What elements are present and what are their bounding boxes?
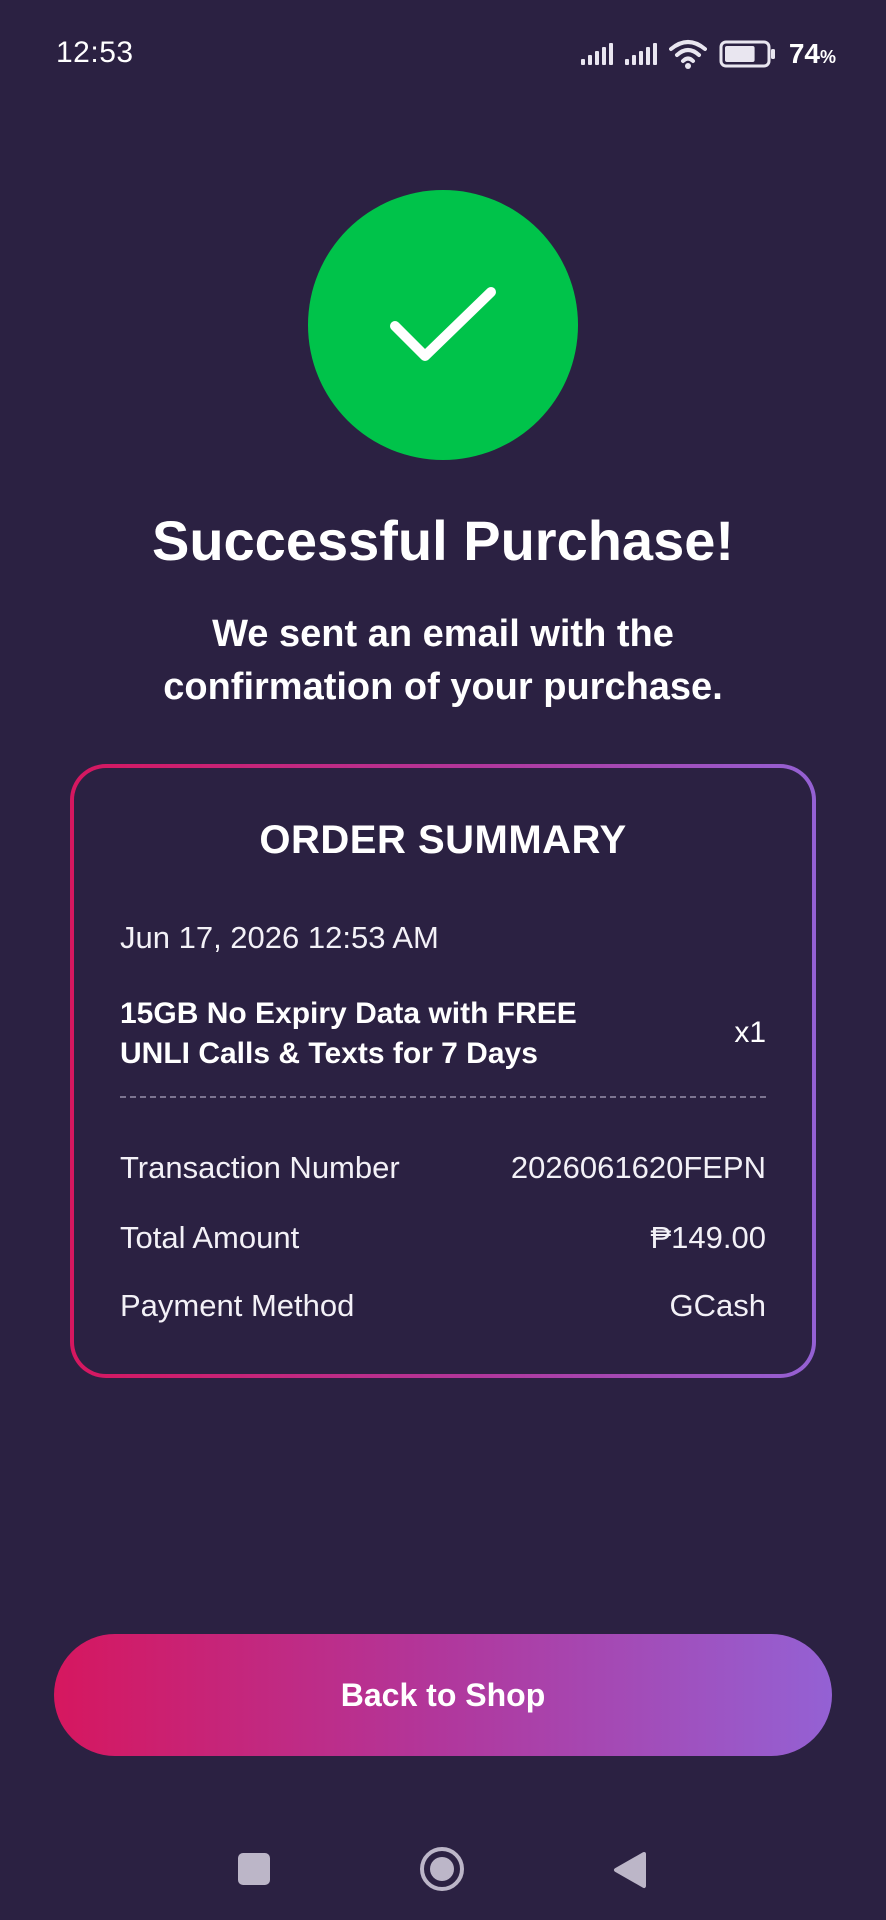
item-name: 15GB No Expiry Data with FREE UNLI Calls… xyxy=(120,997,577,1070)
battery-icon xyxy=(719,40,775,68)
status-icons: 74% xyxy=(580,36,836,72)
order-summary-card: ORDER SUMMARY Jun 17, 2026 12:53 AM 15GB… xyxy=(70,764,816,1378)
back-icon[interactable] xyxy=(612,1850,648,1890)
transaction-number-row: Transaction Number 2026061620FEPN xyxy=(120,1150,766,1186)
status-bar: 12:53 74% xyxy=(0,0,886,110)
row-label: Total Amount xyxy=(120,1220,300,1255)
order-summary-title: ORDER SUMMARY xyxy=(259,818,627,862)
row-value: ₱149.00 xyxy=(650,1220,767,1255)
page-title: Successful Purchase! xyxy=(151,509,735,572)
signal-icon xyxy=(624,43,657,65)
system-nav-bar xyxy=(0,1820,886,1920)
signal-icon xyxy=(580,43,613,65)
success-badge xyxy=(308,190,578,460)
total-amount-row: Total Amount ₱149.00 xyxy=(120,1220,766,1256)
purchase-success-screen: 12:53 74% Successful Purchase! We sent a… xyxy=(0,0,886,1920)
payment-method-row: Payment Method GCash xyxy=(120,1288,766,1324)
row-label: Payment Method xyxy=(120,1288,355,1323)
status-time: 12:53 xyxy=(56,36,134,69)
checkmark-icon xyxy=(390,287,496,361)
recent-apps-icon[interactable] xyxy=(238,1853,270,1885)
home-icon[interactable] xyxy=(420,1847,464,1891)
row-label: Transaction Number xyxy=(120,1150,400,1185)
row-value: GCash xyxy=(669,1288,766,1323)
row-value: 2026061620FEPN xyxy=(510,1150,766,1185)
wifi-icon xyxy=(668,40,707,69)
item-quantity: x1 xyxy=(734,1016,766,1049)
dashed-divider xyxy=(120,1096,766,1098)
order-summary-body: ORDER SUMMARY Jun 17, 2026 12:53 AM 15GB… xyxy=(74,768,812,1374)
battery-percent: 74% xyxy=(788,38,836,69)
back-to-shop-button[interactable]: Back to Shop xyxy=(54,1634,832,1756)
order-date: Jun 17, 2026 12:53 AM xyxy=(120,920,439,955)
confirmation-message: We sent an email with the confirmation o… xyxy=(163,613,723,708)
